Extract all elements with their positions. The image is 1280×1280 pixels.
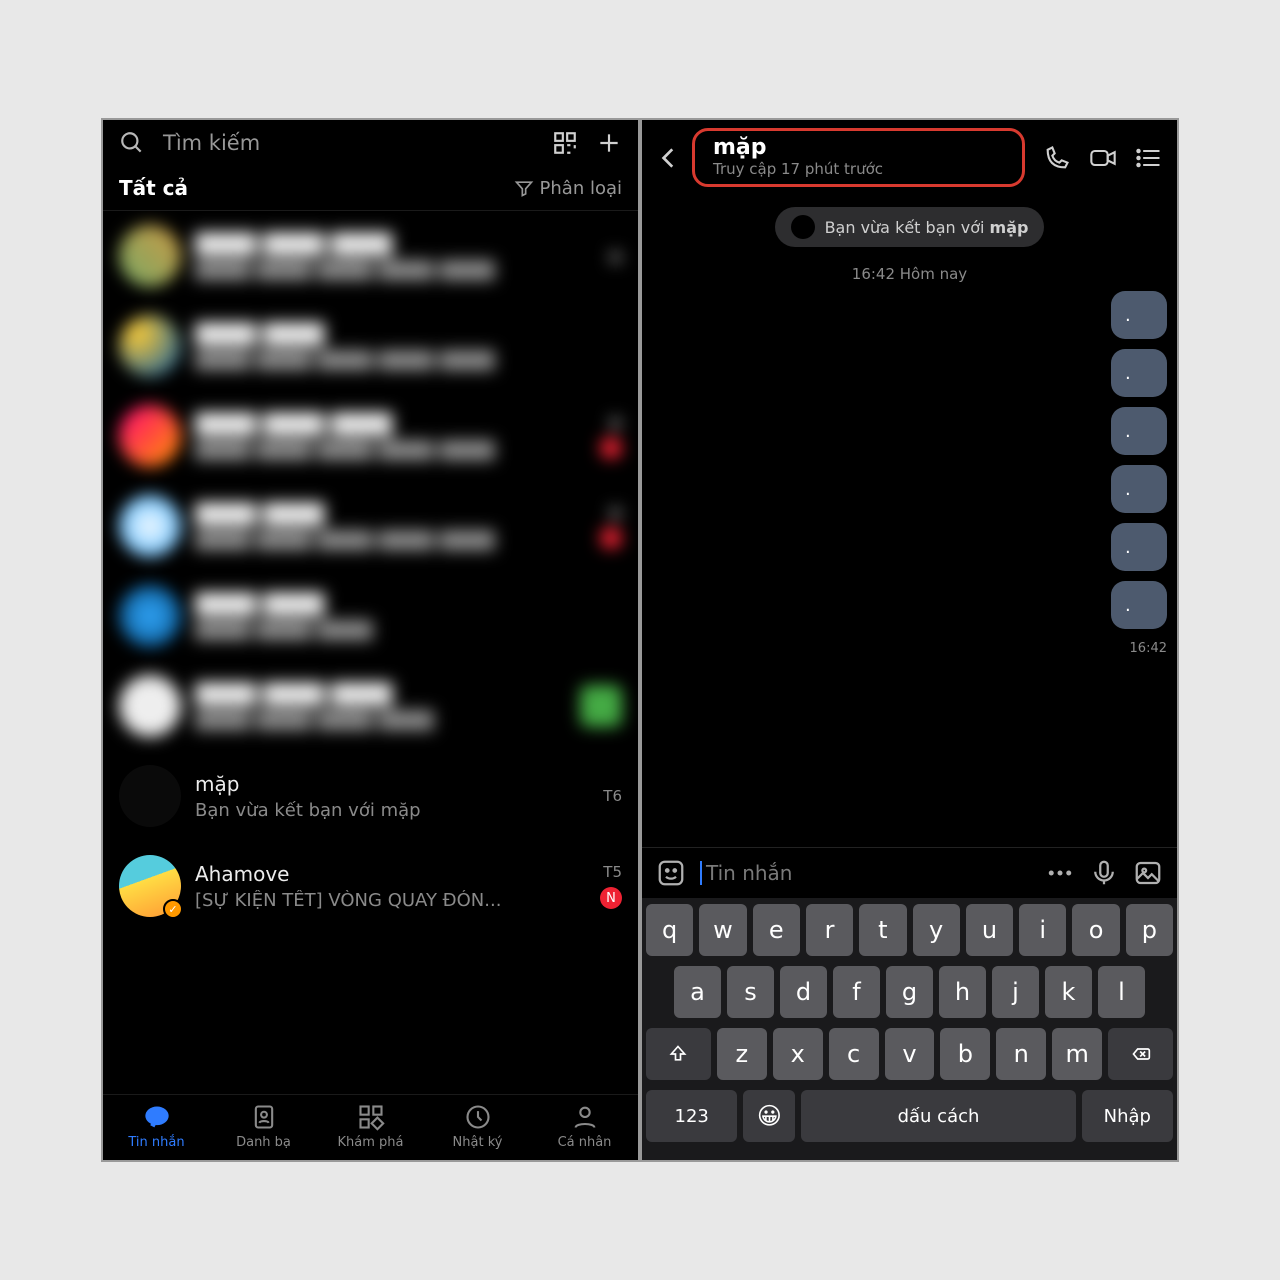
key-backspace[interactable] — [1108, 1028, 1173, 1080]
list-item[interactable]: ████ ████████ ████ ████ ████ ████● — [103, 481, 638, 571]
item-name: Ahamove — [195, 862, 586, 886]
item-time: T5 — [603, 863, 622, 881]
search-input[interactable]: Tìm kiếm — [163, 131, 534, 155]
qr-icon[interactable] — [552, 130, 578, 156]
message-bubble[interactable]: . — [1111, 349, 1167, 397]
key-y[interactable]: y — [913, 904, 960, 956]
key-s[interactable]: s — [727, 966, 774, 1018]
mic-icon[interactable] — [1089, 858, 1119, 888]
bottom-nav: Tin nhắn Danh bạ Khám phá Nhật ký Cá nhâ… — [103, 1094, 638, 1160]
item-time: T6 — [603, 787, 622, 805]
key-d[interactable]: d — [780, 966, 827, 1018]
list-item[interactable]: ████ ████ ████████ ████ ████ ████ — [103, 661, 638, 751]
image-icon[interactable] — [1133, 858, 1163, 888]
key-h[interactable]: h — [939, 966, 986, 1018]
list-item-map[interactable]: mặp Bạn vừa kết bạn với mặp T6 — [103, 751, 638, 841]
key-t[interactable]: t — [859, 904, 906, 956]
message-input[interactable]: Tin nhắn — [700, 861, 1031, 885]
key-o[interactable]: o — [1072, 904, 1119, 956]
input-bar: Tin nhắn — [642, 847, 1177, 898]
key-w[interactable]: w — [699, 904, 746, 956]
chat-title-box[interactable]: mặp Truy cập 17 phút trước — [692, 128, 1025, 187]
item-name: mặp — [195, 772, 589, 796]
message-bubble[interactable]: . — [1111, 291, 1167, 339]
key-l[interactable]: l — [1098, 966, 1145, 1018]
key-x[interactable]: x — [773, 1028, 823, 1080]
key-a[interactable]: a — [674, 966, 721, 1018]
video-icon[interactable] — [1089, 144, 1117, 172]
avatar: ✓ — [119, 855, 181, 917]
right-pane: mặp Truy cập 17 phút trước Bạn vừa kết b… — [642, 120, 1177, 1160]
add-icon[interactable] — [596, 130, 622, 156]
avatar — [119, 765, 181, 827]
key-v[interactable]: v — [885, 1028, 935, 1080]
avatar — [791, 215, 815, 239]
filter-icon — [514, 178, 534, 198]
key-k[interactable]: k — [1045, 966, 1092, 1018]
chat-header: mặp Truy cập 17 phút trước — [642, 120, 1177, 197]
unread-badge: N — [600, 887, 622, 909]
key-z[interactable]: z — [717, 1028, 767, 1080]
nav-timeline[interactable]: Nhật ký — [424, 1103, 531, 1150]
filter-label: Phân loại — [540, 178, 622, 199]
search-bar: Tìm kiếm — [103, 120, 638, 166]
key-j[interactable]: j — [992, 966, 1039, 1018]
nav-contacts[interactable]: Danh bạ — [210, 1103, 317, 1150]
chat-title: mặp — [713, 135, 1004, 160]
key-n[interactable]: n — [996, 1028, 1046, 1080]
message-time: 16:42 — [1130, 641, 1167, 656]
list-item[interactable]: ████ ████ ████████ ████ ████ ████ ████● — [103, 391, 638, 481]
key-f[interactable]: f — [833, 966, 880, 1018]
key-p[interactable]: p — [1126, 904, 1173, 956]
conversation-list[interactable]: ████ ████ ████████ ████ ████ ████ ████● … — [103, 211, 638, 1094]
chat-timestamp: 16:42 Hôm nay — [642, 265, 1177, 283]
list-item-ahamove[interactable]: ✓ Ahamove[SỰ KIỆN TẾT] VÒNG QUAY ĐÓN... … — [103, 841, 638, 931]
message-list[interactable]: . . . . . . 16:42 — [642, 291, 1177, 847]
filter-button[interactable]: Phân loại — [514, 178, 622, 199]
key-123[interactable]: 123 — [646, 1090, 737, 1142]
item-sub: [SỰ KIỆN TẾT] VÒNG QUAY ĐÓN... — [195, 890, 586, 911]
more-icon[interactable] — [1045, 858, 1075, 888]
key-enter[interactable]: Nhập — [1082, 1090, 1173, 1142]
sticker-icon[interactable] — [656, 858, 686, 888]
key-r[interactable]: r — [806, 904, 853, 956]
key-space[interactable]: dấu cách — [801, 1090, 1075, 1142]
key-q[interactable]: q — [646, 904, 693, 956]
message-bubble[interactable]: . — [1111, 407, 1167, 455]
nav-messages[interactable]: Tin nhắn — [103, 1103, 210, 1150]
key-c[interactable]: c — [829, 1028, 879, 1080]
menu-icon[interactable] — [1135, 144, 1163, 172]
friend-pill: Bạn vừa kết bạn với mặp — [775, 207, 1045, 247]
message-bubble[interactable]: . — [1111, 465, 1167, 513]
message-bubble[interactable]: . — [1111, 581, 1167, 629]
tab-all[interactable]: Tất cả — [119, 176, 514, 200]
search-icon[interactable] — [119, 130, 145, 156]
list-item[interactable]: ████ ████ ████████ ████ ████ ████ ████● — [103, 211, 638, 301]
key-emoji[interactable]: 😀 — [743, 1090, 795, 1142]
list-item[interactable]: ████ ████████ ████ ████ — [103, 571, 638, 661]
message-bubble[interactable]: . — [1111, 523, 1167, 571]
key-b[interactable]: b — [940, 1028, 990, 1080]
back-icon[interactable] — [656, 145, 682, 171]
nav-discover[interactable]: Khám phá — [317, 1103, 424, 1150]
keyboard: qwertyuiop asdfghjkl zxcvbnm 123 😀 dấu c… — [642, 898, 1177, 1160]
left-pane: Tìm kiếm Tất cả Phân loại ████ ████ ████… — [103, 120, 638, 1160]
key-g[interactable]: g — [886, 966, 933, 1018]
key-e[interactable]: e — [753, 904, 800, 956]
key-m[interactable]: m — [1052, 1028, 1102, 1080]
list-item[interactable]: ████ ████████ ████ ████ ████ ████ — [103, 301, 638, 391]
key-u[interactable]: u — [966, 904, 1013, 956]
tab-bar: Tất cả Phân loại — [103, 166, 638, 211]
chat-subtitle: Truy cập 17 phút trước — [713, 160, 1004, 178]
nav-me[interactable]: Cá nhân — [531, 1103, 638, 1150]
key-shift[interactable] — [646, 1028, 711, 1080]
key-i[interactable]: i — [1019, 904, 1066, 956]
item-sub: Bạn vừa kết bạn với mặp — [195, 800, 589, 821]
call-icon[interactable] — [1043, 144, 1071, 172]
